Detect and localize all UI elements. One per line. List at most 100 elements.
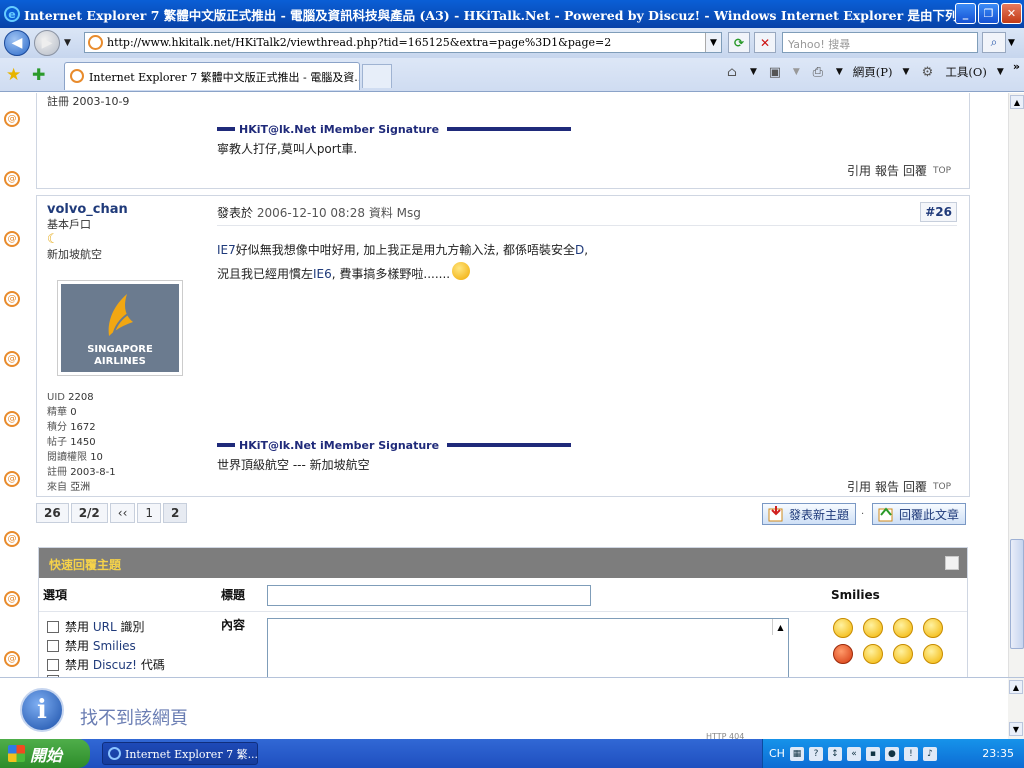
author-name[interactable]: volvo_chan — [47, 202, 193, 217]
maximize-button[interactable]: ❐ — [978, 3, 999, 24]
site-favicon-icon — [88, 35, 103, 50]
options-label: 選項 — [43, 588, 68, 602]
text-ie6: IE6 — [313, 267, 332, 281]
feeds-dropdown-icon[interactable]: ▼ — [793, 67, 800, 77]
quote-link[interactable]: 引用 — [847, 478, 871, 495]
home-dropdown-icon[interactable]: ▼ — [750, 67, 757, 77]
tab-bar: ★ ✚ Internet Explorer 7 繁體中文版正式推出 - 電腦及資… — [0, 58, 1024, 92]
history-dropdown-icon[interactable]: ▼ — [64, 38, 71, 48]
address-input[interactable]: http://www.hkitalk.net/HKiTalk2/viewthre… — [84, 32, 722, 53]
search-dropdown-icon[interactable]: ▼ — [1008, 38, 1015, 48]
frame-scrollbar[interactable]: ▲ ▼ — [1008, 678, 1024, 740]
page-menu[interactable]: 網頁(P) — [853, 64, 893, 80]
gear-icon[interactable]: ⚙ — [919, 64, 935, 80]
toolbar-overflow-icon[interactable]: » — [1013, 60, 1020, 73]
disable-url-option[interactable]: 禁用 URL 識別 — [47, 618, 145, 635]
tools-dropdown-icon[interactable]: ▼ — [997, 67, 1004, 77]
airline-logo-icon — [108, 294, 133, 337]
help-icon[interactable]: ? — [808, 746, 823, 761]
sad-icon[interactable] — [863, 618, 883, 638]
disable-smilies-option[interactable]: 禁用 Smilies — [47, 637, 136, 654]
checkbox[interactable] — [47, 658, 59, 671]
total-posts: 26 — [36, 503, 69, 523]
language-indicator[interactable]: CH — [769, 747, 785, 760]
home-icon[interactable]: ⌂ — [724, 64, 740, 80]
reply-button[interactable]: 回覆此文章 — [872, 503, 967, 525]
textarea-scroll-up-icon[interactable]: ▲ — [772, 619, 788, 635]
tray-icon-3[interactable]: ● — [884, 746, 899, 761]
message-link[interactable]: Msg — [397, 206, 421, 220]
add-favorite-icon[interactable]: ✚ — [32, 65, 45, 84]
blush-icon[interactable] — [923, 644, 943, 664]
reply-link[interactable]: 回覆 — [903, 478, 927, 495]
tongue-icon[interactable] — [893, 644, 913, 664]
page-2-current: 2 — [163, 503, 188, 523]
content-textarea[interactable]: ▲ — [267, 618, 789, 677]
close-button[interactable]: ✕ — [1001, 3, 1022, 24]
volume-icon[interactable]: ♪ — [922, 746, 937, 761]
disable-discuz-code-option[interactable]: 禁用 Discuz! 代碼 — [47, 656, 165, 673]
refresh-button[interactable]: ⟳ — [728, 32, 750, 53]
title-input[interactable] — [267, 585, 591, 606]
search-icon[interactable]: ⌕ — [982, 32, 1006, 53]
tray-icon-1[interactable]: ↕ — [827, 746, 842, 761]
window-titlebar[interactable]: e Internet Explorer 7 繁體中文版正式推出 - 電腦及資訊科… — [0, 0, 1024, 28]
print-dropdown-icon[interactable]: ▼ — [836, 67, 843, 77]
scroll-up-icon[interactable]: ▲ — [1010, 95, 1024, 109]
new-tab-button[interactable] — [362, 64, 392, 88]
smiley-icon[interactable] — [833, 618, 853, 638]
grin-icon[interactable] — [893, 618, 913, 638]
avatar-text: SINGAPORE AIRLINES — [87, 344, 153, 367]
start-button[interactable]: 開始 — [0, 739, 90, 768]
signature-header: HKiT@lk.Net iMember Signature — [217, 438, 572, 452]
page-1-link[interactable]: 1 — [137, 503, 162, 523]
back-to-top-icon[interactable]: TOP — [933, 482, 951, 492]
cry-icon[interactable] — [923, 618, 943, 638]
report-link[interactable]: 報告 — [875, 162, 899, 179]
avatar: SINGAPORE AIRLINES — [57, 280, 183, 376]
address-dropdown-icon[interactable]: ▼ — [705, 33, 721, 52]
forward-button[interactable]: ▶ — [34, 30, 60, 56]
tray-icon-2[interactable]: « — [846, 746, 861, 761]
previous-post: 註冊 2003-10-9 HKiT@lk.Net iMember Signatu… — [36, 93, 970, 189]
gutter-icon: @ — [4, 531, 20, 547]
security-icon[interactable]: ! — [903, 746, 918, 761]
signature-text: 世界頂級航空 --- 新加坡航空 — [217, 458, 370, 472]
minimize-button[interactable]: _ — [955, 3, 976, 24]
quote-link[interactable]: 引用 — [847, 162, 871, 179]
reply-link[interactable]: 回覆 — [903, 162, 927, 179]
floor-number[interactable]: #26 — [920, 202, 957, 222]
prev-page-link[interactable]: ‹‹ — [109, 503, 136, 523]
tools-menu[interactable]: 工具(O) — [945, 64, 986, 80]
page-scrollbar[interactable]: ▲ — [1008, 93, 1024, 677]
page-dropdown-icon[interactable]: ▼ — [902, 67, 909, 77]
profile-link[interactable]: 資料 — [369, 206, 393, 220]
angry-icon[interactable] — [833, 644, 853, 664]
checkbox[interactable] — [47, 620, 59, 633]
report-link[interactable]: 報告 — [875, 478, 899, 495]
print-icon[interactable]: ⎙ — [810, 64, 826, 80]
user-group: 基本戶口 — [47, 218, 91, 231]
back-button[interactable]: ◀ — [4, 30, 30, 56]
collapse-icon[interactable] — [945, 556, 959, 570]
ime-icon[interactable]: ▦ — [789, 746, 804, 761]
stop-button[interactable]: ✕ — [754, 32, 776, 53]
scroll-thumb[interactable] — [1010, 539, 1024, 649]
tab-current[interactable]: Internet Explorer 7 繁體中文版正式推出 - 電腦及資... — [64, 62, 360, 90]
window-title: Internet Explorer 7 繁體中文版正式推出 - 電腦及資訊科技與… — [24, 7, 968, 23]
frame-scroll-up-icon[interactable]: ▲ — [1009, 680, 1023, 694]
system-tray: CH ▦ ? ↕ « ▪ ● ! ♪ 23:35 — [762, 739, 1024, 768]
feeds-icon[interactable]: ▣ — [767, 64, 783, 80]
favorites-star-icon[interactable]: ★ — [6, 65, 21, 85]
frame-scroll-down-icon[interactable]: ▼ — [1009, 722, 1023, 736]
taskbar-ie-item[interactable]: Internet Explorer 7 繁... — [102, 742, 258, 765]
huh-icon[interactable] — [863, 644, 883, 664]
points-row: 積分 1672 — [47, 422, 96, 433]
gutter-icon: @ — [4, 651, 20, 667]
checkbox[interactable] — [47, 639, 59, 652]
back-to-top-icon[interactable]: TOP — [933, 166, 951, 176]
new-topic-button[interactable]: 發表新主題 — [762, 503, 857, 525]
search-input[interactable]: Yahoo! 搜尋 — [782, 32, 978, 53]
network-icon[interactable]: ▪ — [865, 746, 880, 761]
not-found-message: 找不到該網頁 — [80, 708, 188, 729]
